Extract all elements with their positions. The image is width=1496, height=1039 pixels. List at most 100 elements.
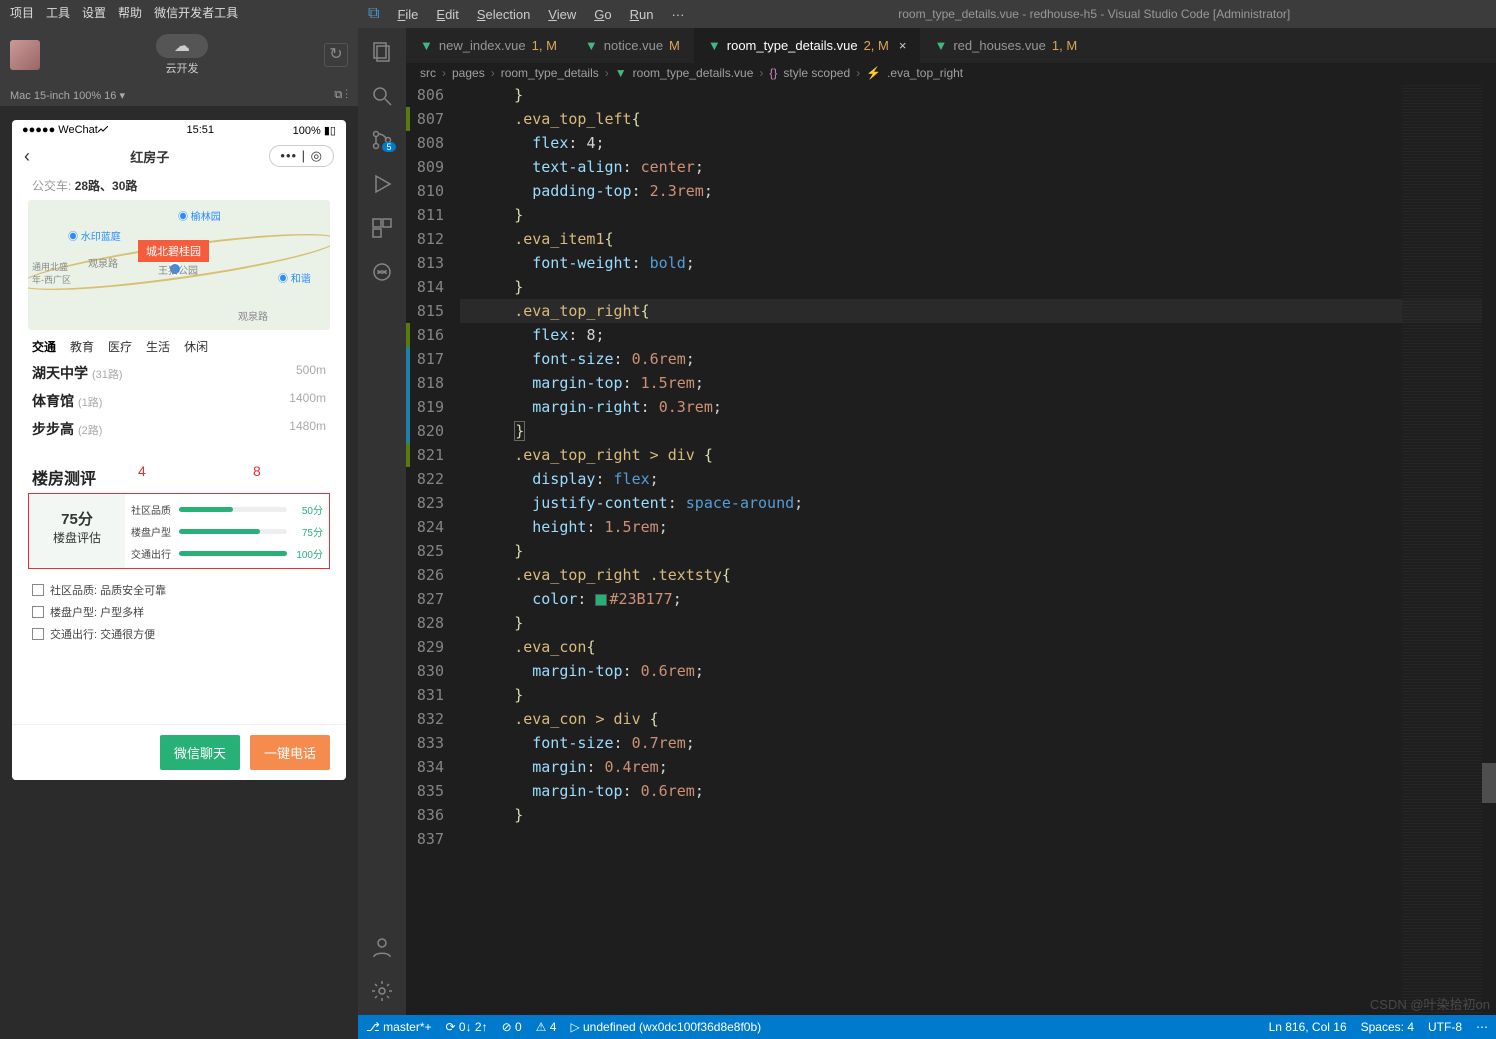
map-road: 观泉路 <box>88 255 118 270</box>
window-title: room_type_details.vue - redhouse-h5 - Vi… <box>702 7 1486 21</box>
map-poi: ◉ 榆林园 <box>178 208 221 223</box>
devtools-panel: 项目 工具 设置 帮助 微信开发者工具 ☁ 云开发 ↻ Mac 15-inch … <box>0 0 358 1039</box>
map-poi: ◉ 水印蓝庭 <box>68 228 121 243</box>
source-control-icon[interactable]: 5 <box>368 126 396 154</box>
encoding-indicator[interactable]: UTF-8 <box>1428 1020 1462 1034</box>
cursor-position[interactable]: Ln 816, Col 16 <box>1269 1020 1347 1034</box>
sim-footer: 微信聊天 一键电话 <box>12 724 346 780</box>
score-label: 楼盘评估 <box>29 529 125 546</box>
menu-file[interactable]: File <box>397 7 418 22</box>
tab[interactable]: ▼notice.vue M <box>571 28 694 63</box>
vscode: ⧉ File Edit Selection View Go Run ··· ro… <box>358 0 1496 1039</box>
scrollbar[interactable] <box>1482 83 1496 1015</box>
map-pin: 城北碧桂园 <box>138 240 209 262</box>
detail-row: 交通出行: 交通很方便 <box>32 623 326 645</box>
eva-row: 楼盘户型75分 <box>131 520 323 542</box>
activity-bar: 5 <box>358 28 406 1015</box>
cloud-icon: ☁ <box>156 34 208 58</box>
list-item[interactable]: 步步高(2路)1480m <box>32 415 326 443</box>
refresh-icon[interactable]: ↻ <box>324 43 348 67</box>
map[interactable]: 城北碧桂园 ◉ 榆林园 ◉ 水印蓝庭 ◉ 和谐 观泉路 王猫公园 通用北盛年-西… <box>28 200 330 330</box>
search-icon[interactable] <box>368 82 396 110</box>
scm-badge: 5 <box>382 142 395 152</box>
menu-go[interactable]: Go <box>594 7 611 22</box>
statusbar: ⎇ master*+ ⟳ 0↓ 2↑ ⊘ 0 ⚠ 4 ▷ undefined (… <box>358 1015 1496 1039</box>
tab-life[interactable]: 生活 <box>146 338 170 355</box>
close-icon[interactable]: × <box>899 38 907 53</box>
bus-row: 公交车: 28路、30路 <box>12 171 346 200</box>
call-button[interactable]: 一键电话 <box>250 735 330 770</box>
menu-run[interactable]: Run <box>630 7 654 22</box>
errors-indicator[interactable]: ⊘ 0 <box>502 1020 522 1034</box>
device-tools[interactable]: ⧉ ⋮ <box>334 89 348 102</box>
sim-statusbar: ●●●●● WeChat 15:51 100% ▮▯ <box>12 120 346 141</box>
signal-label: ●●●●● WeChat <box>22 124 108 137</box>
menu-item[interactable]: 工具 <box>46 4 70 21</box>
menu-item[interactable]: 设置 <box>82 4 106 21</box>
menu-item[interactable]: 项目 <box>10 4 34 21</box>
overflow[interactable]: ⋯ <box>1476 1020 1488 1034</box>
annotation-4: 4 <box>138 463 146 479</box>
code-area[interactable]: } .eva_top_left{ flex: 4; text-align: ce… <box>460 83 1496 1015</box>
menu-overflow[interactable]: ··· <box>671 7 684 22</box>
debug-target[interactable]: ▷ undefined (wx0dc100f36d8e8f0b) <box>570 1020 761 1034</box>
sim-navbar: ‹ 红房子 ••• | ◎ <box>12 141 346 171</box>
breadcrumb[interactable]: src› pages› room_type_details› ▼room_typ… <box>406 63 1496 83</box>
cloud-dev-button[interactable]: ☁ 云开发 <box>50 34 314 76</box>
tab-medical[interactable]: 医疗 <box>108 338 132 355</box>
detail-list: 社区品质: 品质安全可靠 楼盘户型: 户型多样 交通出行: 交通很方便 <box>28 569 330 655</box>
car-icon <box>32 628 44 640</box>
chat-button[interactable]: 微信聊天 <box>160 735 240 770</box>
menu-item[interactable]: 微信开发者工具 <box>154 4 238 21</box>
titlebar: ⧉ File Edit Selection View Go Run ··· ro… <box>358 0 1496 28</box>
device-bar: Mac 15-inch 100% 16 ▾ ⧉ ⋮ <box>0 85 358 106</box>
device-label[interactable]: Mac 15-inch 100% 16 ▾ <box>10 89 125 102</box>
menu-view[interactable]: View <box>548 7 576 22</box>
tab-active[interactable]: ▼room_type_details.vue 2, M× <box>694 28 921 63</box>
eva-right: 社区品质50分 楼盘户型75分 交通出行100分 <box>125 494 329 568</box>
debug-icon[interactable] <box>368 170 396 198</box>
editor[interactable]: 8068078088098108118128138148158168178188… <box>406 83 1496 1015</box>
layout-icon <box>32 606 44 618</box>
tab[interactable]: ▼new_index.vue 1, M <box>406 28 571 63</box>
tab-leisure[interactable]: 休闲 <box>184 338 208 355</box>
eva-row: 交通出行100分 <box>131 542 323 564</box>
page-title: 红房子 <box>130 147 169 166</box>
editor-tabs: ▼new_index.vue 1, M ▼notice.vue M ▼room_… <box>406 28 1496 63</box>
explorer-icon[interactable] <box>368 38 396 66</box>
menu-edit[interactable]: Edit <box>436 7 458 22</box>
map-poi: ◉ 和谐 <box>278 270 311 285</box>
menu-selection[interactable]: Selection <box>477 7 530 22</box>
list-item[interactable]: 湖天中学(31路)500m <box>32 359 326 387</box>
eva-row: 社区品质50分 <box>131 498 323 520</box>
avatar[interactable] <box>10 40 40 70</box>
devtools-menu: 项目 工具 设置 帮助 微信开发者工具 <box>0 0 358 25</box>
branch-indicator[interactable]: ⎇ master*+ <box>366 1020 432 1034</box>
ai-icon[interactable] <box>368 258 396 286</box>
list-item[interactable]: 体育馆(1路)1400m <box>32 387 326 415</box>
menu-dots-icon[interactable]: ••• | ◎ <box>269 145 334 167</box>
review-section: 楼房测评 4 8 75分 楼盘评估 社区品质50分 楼盘户型75分 交通出行10… <box>28 459 330 655</box>
settings-icon[interactable] <box>368 977 396 1005</box>
devtools-toolbar: ☁ 云开发 ↻ <box>0 25 358 85</box>
watermark: CSDN @叶染拾初on <box>1370 994 1490 1013</box>
scroll-thumb[interactable] <box>1482 763 1496 803</box>
back-icon[interactable]: ‹ <box>24 146 30 167</box>
account-icon[interactable] <box>368 933 396 961</box>
menu-item[interactable]: 帮助 <box>118 4 142 21</box>
category-tabs: 交通 教育 医疗 生活 休闲 <box>12 330 346 359</box>
tab-traffic[interactable]: 交通 <box>32 338 56 355</box>
map-poi: 通用北盛年-西广区 <box>32 260 71 286</box>
tab-education[interactable]: 教育 <box>70 338 94 355</box>
warnings-indicator[interactable]: ⚠ 4 <box>536 1020 557 1034</box>
sync-indicator[interactable]: ⟳ 0↓ 2↑ <box>446 1020 488 1034</box>
indent-indicator[interactable]: Spaces: 4 <box>1361 1020 1414 1034</box>
building-icon <box>32 584 44 596</box>
line-numbers: 8068078088098108118128138148158168178188… <box>410 83 460 1015</box>
extensions-icon[interactable] <box>368 214 396 242</box>
section-title: 楼房测评 <box>28 459 330 491</box>
eva-left: 75分 楼盘评估 <box>29 494 125 568</box>
vscode-logo-icon: ⧉ <box>368 5 379 23</box>
time-label: 15:51 <box>186 124 214 137</box>
tab[interactable]: ▼red_houses.vue 1, M <box>920 28 1091 63</box>
